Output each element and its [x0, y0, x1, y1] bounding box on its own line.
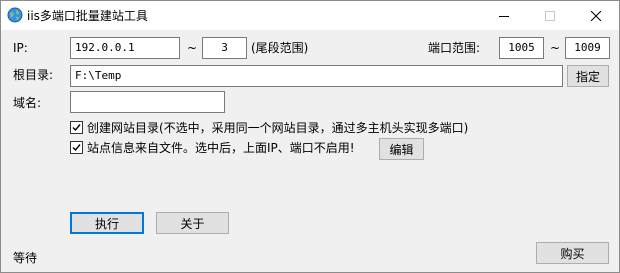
title-bar[interactable]: iis多端口批量建站工具	[1, 1, 619, 30]
port-end-input[interactable]: 1009	[565, 37, 610, 59]
port-tilde: ~	[550, 41, 561, 55]
maximize-icon	[544, 10, 555, 21]
checkmark-icon	[72, 144, 81, 152]
app-window: iis多端口批量建站工具 IP: 192.0.0.1 ~ 3 (尾段范围) 端口…	[0, 0, 620, 273]
port-label: 端口范围:	[428, 41, 481, 55]
window-title: iis多端口批量建站工具	[27, 9, 148, 23]
app-globe-icon	[7, 7, 23, 23]
choose-dir-button[interactable]: 指定	[567, 65, 609, 87]
close-icon	[590, 10, 601, 21]
minimize-button[interactable]	[481, 1, 526, 30]
domain-input[interactable]	[70, 91, 225, 113]
checkmark-icon	[72, 124, 81, 132]
maximize-button	[527, 1, 572, 30]
ip-start-input[interactable]: 192.0.0.1	[70, 37, 180, 59]
status-text: 等待	[13, 251, 38, 265]
root-dir-input[interactable]: F:\Temp	[70, 65, 563, 87]
ip-end-input[interactable]: 3	[202, 37, 247, 59]
about-button[interactable]: 关于	[156, 212, 229, 234]
ip-tilde: ~	[187, 41, 198, 55]
root-label: 根目录:	[13, 68, 54, 82]
domain-label: 域名:	[13, 96, 42, 110]
site-from-file-checkbox[interactable]	[70, 141, 83, 154]
create-dir-label[interactable]: 创建网站目录(不选中，采用同一个网站目录，通过多主机头实现多端口)	[87, 121, 468, 135]
ip-label: IP:	[13, 41, 28, 55]
port-start-input[interactable]: 1005	[499, 37, 544, 59]
site-from-file-label[interactable]: 站点信息来自文件。选中后，上面IP、端口不启用!	[87, 141, 355, 155]
run-button[interactable]: 执行	[70, 212, 144, 234]
create-dir-checkbox[interactable]	[70, 121, 83, 134]
minimize-icon	[498, 15, 509, 17]
edit-button[interactable]: 编辑	[379, 138, 424, 160]
ip-range-hint: (尾段范围)	[251, 41, 309, 55]
close-button[interactable]	[573, 1, 618, 30]
buy-button[interactable]: 购买	[536, 242, 609, 264]
